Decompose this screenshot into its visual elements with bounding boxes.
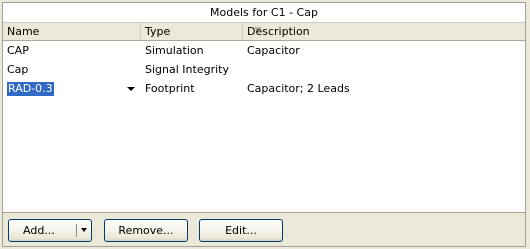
table-row-selected[interactable]: RAD-0.3 Footprint Capacitor; 2 Leads <box>3 79 525 98</box>
row-name: Cap <box>7 63 29 76</box>
column-header: Name Type Description <box>3 23 525 41</box>
column-header-type-label: Type <box>145 25 171 38</box>
row-description: Capacitor <box>247 44 300 57</box>
row-type: Signal Integrity <box>145 63 229 76</box>
row-type: Simulation <box>145 44 204 57</box>
add-button-label: Add... <box>23 224 55 237</box>
chevron-down-icon[interactable] <box>81 228 87 232</box>
table-row[interactable]: Cap Signal Integrity <box>3 60 525 79</box>
row-name: CAP <box>7 44 29 57</box>
models-list: CAP Simulation Capacitor Cap Signal Inte… <box>3 41 525 214</box>
column-header-description[interactable]: Description <box>243 23 527 40</box>
split-divider <box>76 224 77 237</box>
models-panel: Models for C1 - Cap Name Type Descriptio… <box>2 2 526 247</box>
row-type: Footprint <box>145 82 195 95</box>
add-button[interactable]: Add... <box>8 219 92 242</box>
row-name-selected[interactable]: RAD-0.3 <box>7 82 54 96</box>
row-description: Capacitor; 2 Leads <box>247 82 350 95</box>
panel-title: Models for C1 - Cap <box>3 3 525 23</box>
column-header-name[interactable]: Name <box>3 23 141 40</box>
table-row[interactable]: CAP Simulation Capacitor <box>3 41 525 60</box>
remove-button[interactable]: Remove... <box>104 219 188 242</box>
column-header-type[interactable]: Type <box>141 23 262 40</box>
button-bar: Add... Remove... Edit... <box>3 212 525 246</box>
edit-button[interactable]: Edit... <box>199 219 283 242</box>
chevron-down-icon[interactable] <box>123 82 138 95</box>
